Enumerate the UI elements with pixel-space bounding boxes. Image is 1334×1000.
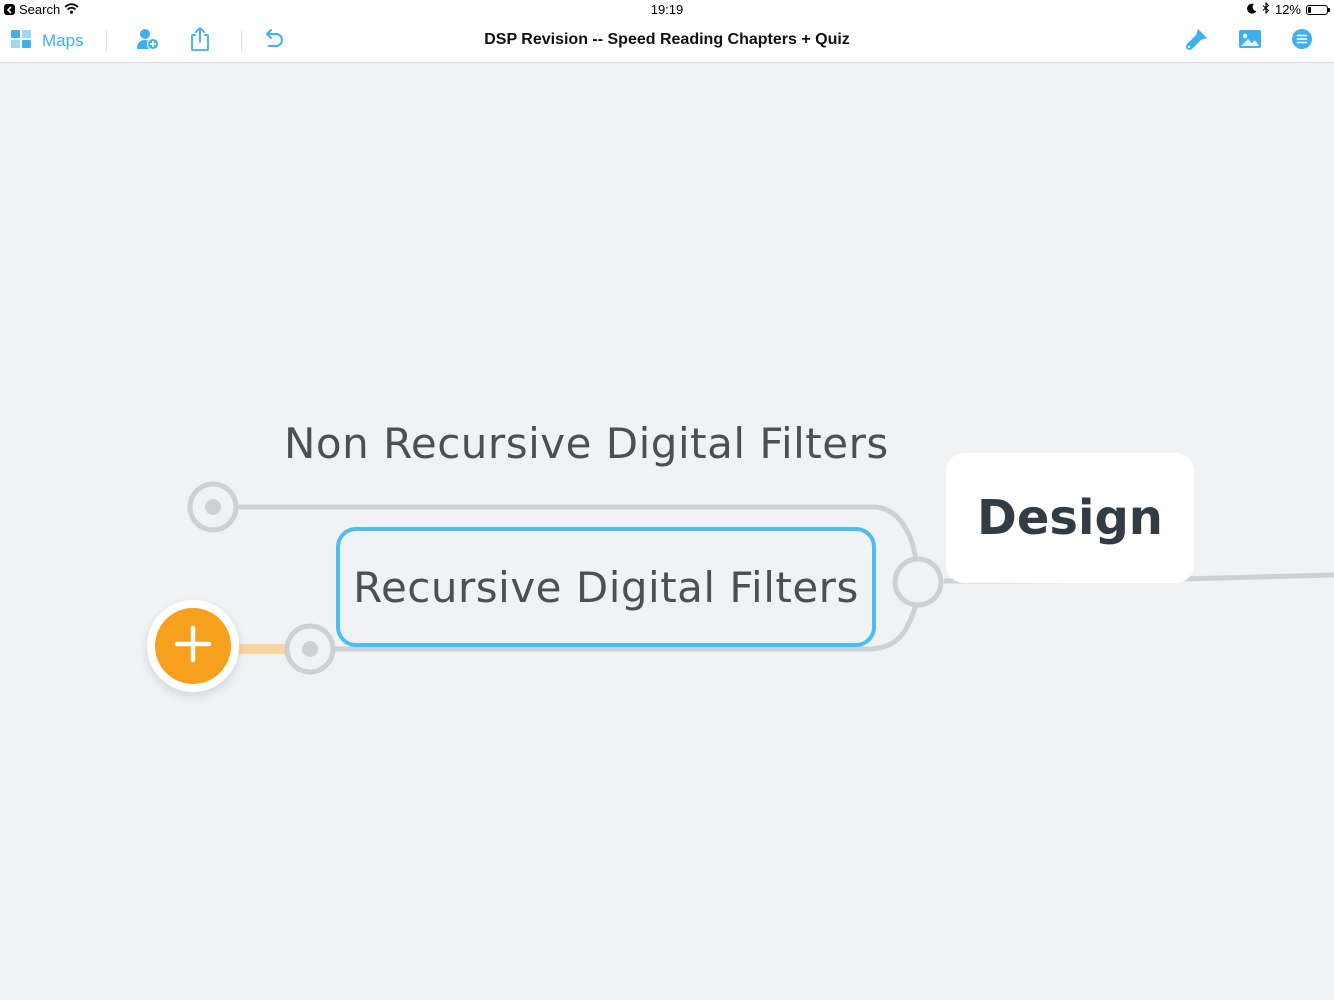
grid-icon xyxy=(10,29,32,54)
share-button[interactable] xyxy=(188,26,212,57)
add-person-button[interactable] xyxy=(134,28,162,54)
collapse-knob[interactable] xyxy=(284,623,336,675)
share-icon xyxy=(189,26,211,57)
insert-image-button[interactable] xyxy=(1237,29,1263,53)
back-app-label[interactable]: Search xyxy=(19,2,60,17)
back-chevron-icon[interactable] xyxy=(4,4,15,15)
topic-recursive-digital-filters[interactable]: Recursive Digital Filters xyxy=(336,527,876,647)
wifi-icon xyxy=(64,2,79,17)
maps-label: Maps xyxy=(42,31,84,50)
add-person-icon xyxy=(135,27,161,56)
battery-percent: 12% xyxy=(1274,2,1301,17)
outline-menu-button[interactable] xyxy=(1290,28,1314,55)
status-right: 12% xyxy=(1247,1,1330,17)
plus-icon xyxy=(173,624,213,669)
central-topic-knob[interactable] xyxy=(892,556,944,608)
central-topic-label: Design xyxy=(977,490,1163,546)
maps-button[interactable]: Maps xyxy=(10,28,84,54)
insert-image-icon xyxy=(1238,29,1262,54)
collapse-knob[interactable] xyxy=(187,481,239,533)
bluetooth-icon xyxy=(1262,1,1270,17)
topic-non-recursive-digital-filters[interactable]: Non Recursive Digital Filters xyxy=(284,419,889,468)
add-topic-button-fill xyxy=(155,608,231,684)
style-brush-icon xyxy=(1184,26,1210,57)
undo-button[interactable] xyxy=(260,28,286,55)
toolbar-divider xyxy=(106,30,107,52)
add-topic-button[interactable] xyxy=(147,600,239,692)
topic-label: Recursive Digital Filters xyxy=(353,562,859,612)
battery-icon xyxy=(1306,4,1330,15)
status-left[interactable]: Search xyxy=(4,2,79,17)
toolbar: Maps DSP Revision -- Speed Reading Chapt… xyxy=(0,20,1334,63)
undo-icon xyxy=(261,28,285,55)
moon-icon xyxy=(1247,2,1257,17)
outline-menu-icon xyxy=(1291,28,1313,55)
document-title[interactable]: DSP Revision -- Speed Reading Chapters +… xyxy=(484,31,850,48)
central-topic-design[interactable]: Design xyxy=(946,453,1194,583)
status-bar: Search 19:19 12% xyxy=(0,0,1334,20)
status-time: 19:19 xyxy=(650,2,684,17)
toolbar-divider xyxy=(241,30,242,52)
style-button[interactable] xyxy=(1184,28,1210,54)
mind-map-canvas[interactable]: Non Recursive Digital Filters Recursive … xyxy=(0,63,1334,1000)
